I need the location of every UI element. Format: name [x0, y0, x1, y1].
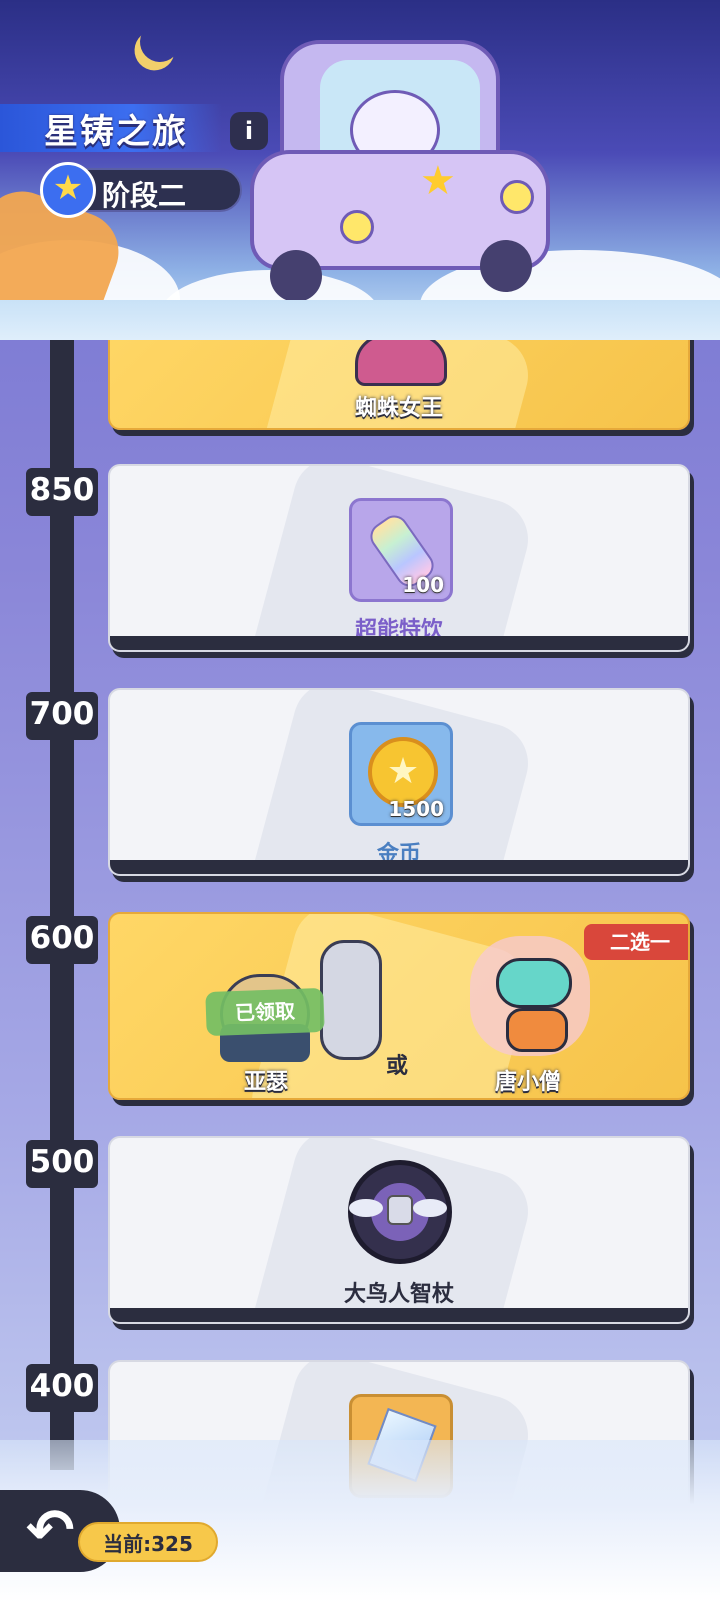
- item-quantity: 100: [402, 573, 444, 597]
- reward-card-staff[interactable]: 大鸟人智杖: [108, 1136, 690, 1324]
- hero-name-arthur: 亚瑟: [243, 1070, 288, 1095]
- wing-icon: [349, 1199, 383, 1217]
- reward-card-coins[interactable]: ★ 1500 金币: [108, 688, 690, 876]
- reward-name: 大鸟人智杖: [343, 1282, 454, 1307]
- hero-name-tang: 唐小僧: [494, 1070, 561, 1095]
- item-quantity: 1500: [388, 797, 444, 821]
- score-label: 400: [29, 1368, 95, 1404]
- header-cloud-edge: [0, 300, 720, 340]
- choose-one-badge: 二选一: [584, 924, 688, 960]
- reward-card-drink[interactable]: 100 超能特饮: [108, 464, 690, 652]
- or-label: 或: [386, 1054, 409, 1079]
- info-button[interactable]: i: [230, 112, 268, 150]
- car-illustration: ★: [250, 30, 570, 302]
- page-title: 星铸之旅: [44, 112, 188, 152]
- coin-item-icon: ★ 1500: [349, 722, 453, 826]
- score-label: 500: [29, 1144, 95, 1180]
- staff-emblem-icon: [348, 1160, 452, 1264]
- score-label: 700: [29, 696, 95, 732]
- reward-name: 蜘蛛女王: [354, 396, 443, 421]
- score-label: 600: [29, 920, 95, 956]
- header-banner: ★ 星铸之旅 i ★ 阶段二: [0, 0, 720, 340]
- back-arrow-icon[interactable]: ↶: [26, 1496, 75, 1564]
- drink-item-icon: 100: [349, 498, 453, 602]
- current-score-badge: 当前:325: [78, 1522, 218, 1562]
- moon-icon: [134, 16, 185, 67]
- claimed-stamp: 已领取: [205, 987, 325, 1037]
- score-label: 850: [29, 472, 95, 508]
- star-icon: ★: [420, 158, 456, 204]
- stage-label: 阶段二: [102, 179, 187, 212]
- lock-icon: [387, 1195, 413, 1225]
- star-icon: ★: [40, 162, 96, 218]
- wing-icon: [413, 1199, 447, 1217]
- spider-queen-icon: [355, 334, 447, 386]
- reward-card-choice[interactable]: 已领取 或 二选一 亚瑟 唐小僧: [108, 912, 690, 1100]
